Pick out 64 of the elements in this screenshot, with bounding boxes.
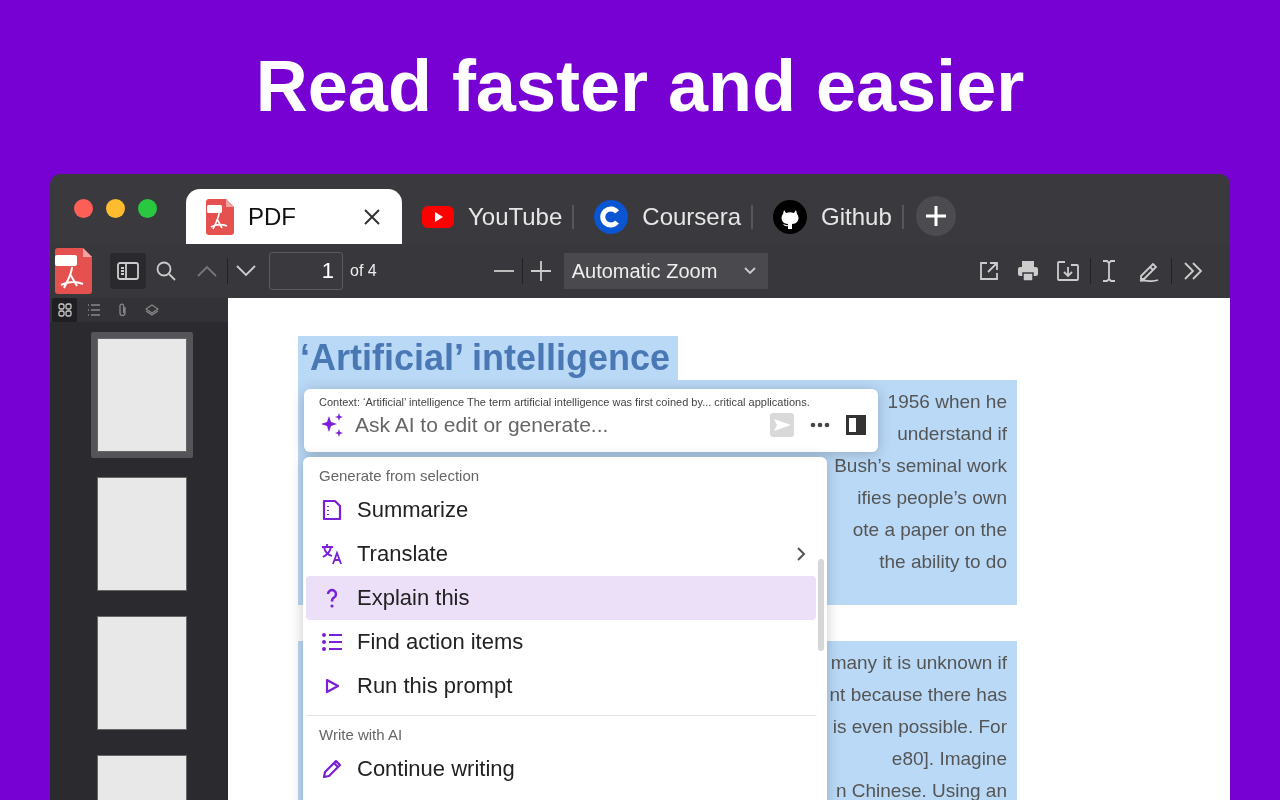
menu-section-title: Write with AI bbox=[318, 725, 404, 745]
page-thumbnail[interactable] bbox=[91, 332, 193, 458]
double-chevron-icon[interactable] bbox=[1182, 262, 1203, 280]
pencil-icon bbox=[321, 758, 343, 780]
text-line: 1956 when he bbox=[887, 390, 1007, 414]
translate-icon bbox=[321, 543, 343, 565]
close-icon[interactable] bbox=[364, 208, 380, 225]
play-icon bbox=[422, 205, 454, 228]
text-line: e80]. Imagine bbox=[891, 747, 1007, 771]
outline-list-icon bbox=[86, 303, 101, 317]
cat-logo-icon bbox=[773, 199, 808, 234]
ask-ai-field[interactable]: Ask AI to edit or generate... bbox=[355, 413, 760, 437]
document-heading: ‘Artificial’ intelligence bbox=[298, 336, 679, 380]
text-line: Bush’s seminal work bbox=[834, 454, 1007, 478]
browser-tab[interactable]: Github bbox=[753, 189, 902, 244]
download-icon[interactable] bbox=[1056, 261, 1079, 281]
text-line: nt because there has bbox=[829, 683, 1007, 707]
menu-section-title: Generate from selection bbox=[318, 466, 481, 486]
print-icon[interactable] bbox=[1016, 260, 1039, 282]
zoom-dropdown[interactable]: Automatic Zoom bbox=[563, 253, 768, 289]
menu-item[interactable]: Continue writing bbox=[306, 747, 816, 791]
document-icon bbox=[321, 499, 343, 521]
menu-item[interactable]: Summarize bbox=[306, 488, 816, 532]
text-line: is even possible. For bbox=[832, 715, 1007, 739]
menu-item[interactable]: Run this prompt bbox=[306, 664, 816, 708]
letter-c-logo-icon bbox=[594, 199, 629, 234]
page-count: of 4 bbox=[350, 262, 377, 280]
text-line: understand if bbox=[897, 422, 1007, 446]
list-icon bbox=[321, 631, 343, 653]
menu-item[interactable]: Find action items bbox=[306, 620, 816, 664]
zoom-out-icon[interactable] bbox=[493, 269, 514, 273]
plus-icon bbox=[924, 205, 947, 227]
sidebar-view-tab[interactable] bbox=[52, 298, 77, 322]
text-line: ote a paper on the bbox=[852, 518, 1007, 542]
browser-tab[interactable]: PDF bbox=[186, 189, 402, 244]
pdf-file-icon bbox=[206, 198, 234, 235]
menu-item[interactable]: Translate bbox=[306, 532, 816, 576]
chevron-down-icon bbox=[743, 267, 756, 275]
sidebar-icon bbox=[117, 262, 139, 280]
context-text: Context: ‘Artificial’ intelligence The term artificial intelligence was first coined by... critical applications. bbox=[319, 396, 811, 408]
more-icon[interactable] bbox=[810, 422, 830, 428]
share-icon[interactable] bbox=[978, 261, 999, 281]
search-icon[interactable] bbox=[156, 261, 176, 281]
scrollbar-thumb[interactable] bbox=[818, 559, 824, 651]
pdf-file-icon bbox=[55, 248, 92, 294]
page-number-field[interactable]: 1 bbox=[269, 252, 343, 290]
text-cursor-icon[interactable] bbox=[1101, 260, 1116, 282]
zoom-in-icon[interactable] bbox=[530, 261, 551, 281]
new-tab-button[interactable] bbox=[915, 196, 956, 236]
text-line: ifies people’s own bbox=[857, 486, 1007, 510]
text-line: the ability to do bbox=[879, 550, 1007, 574]
menu-item[interactable]: Explain this bbox=[306, 576, 816, 620]
pen-icon[interactable] bbox=[1137, 260, 1160, 282]
close-window-icon[interactable] bbox=[74, 199, 93, 218]
layers-icon bbox=[144, 303, 159, 317]
thumbnails-view-icon bbox=[57, 303, 72, 317]
minimize-window-icon[interactable] bbox=[106, 199, 125, 218]
headline: Read faster and easier bbox=[255, 45, 1025, 128]
text-line: many it is unknown if bbox=[830, 651, 1007, 675]
zoom-window-icon[interactable] bbox=[138, 199, 157, 218]
sidebar-toggle-button[interactable] bbox=[110, 253, 146, 289]
side-panel-icon[interactable] bbox=[846, 415, 866, 435]
browser-tab[interactable]: Coursera bbox=[574, 189, 752, 244]
browser-tab[interactable]: YouTube bbox=[402, 189, 573, 244]
